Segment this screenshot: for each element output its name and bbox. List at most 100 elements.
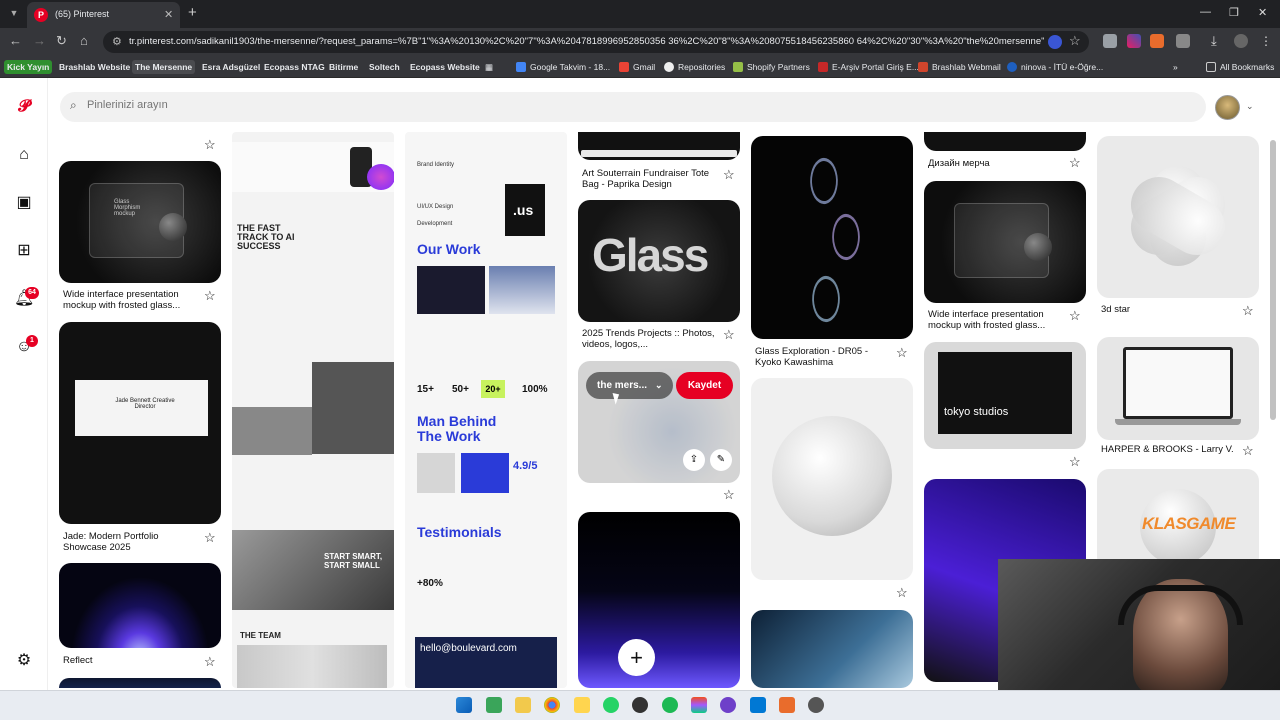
omnibox[interactable]: ⚙ tr.pinterest.com/sadikanil1903/the-mer… bbox=[103, 31, 1089, 53]
pin-frosted-glass-2[interactable] bbox=[924, 181, 1086, 303]
boards-nav-icon[interactable]: ▣ bbox=[14, 193, 34, 213]
bookmark-item[interactable]: Ecopass NTAG bbox=[261, 60, 328, 74]
pin-merch-image[interactable] bbox=[924, 132, 1086, 151]
bookmark-item[interactable]: ninova - İTÜ e-Öğre... bbox=[1004, 60, 1106, 74]
close-window-icon[interactable]: ✕ bbox=[1258, 6, 1267, 19]
avatar[interactable] bbox=[1215, 95, 1240, 120]
bookmark-item[interactable]: Shopify Partners bbox=[730, 60, 813, 74]
pin-3d-star[interactable] bbox=[1097, 136, 1259, 298]
spotify-icon[interactable] bbox=[662, 697, 678, 713]
account-chevron-down-icon[interactable]: ⌄ bbox=[1246, 101, 1254, 112]
download-icon[interactable]: ⤓ bbox=[1211, 34, 1225, 48]
pin-purple-glow[interactable]: + bbox=[578, 512, 740, 688]
pin-caption[interactable]: Jade: Modern Portfolio Showcase 2025 bbox=[63, 531, 198, 553]
chrome-icon[interactable] bbox=[544, 697, 560, 713]
pin-caption[interactable]: 3d star bbox=[1101, 304, 1236, 315]
bookmark-item[interactable]: The Mersenne bbox=[132, 60, 196, 74]
bookmarks-overflow-icon[interactable]: » bbox=[1170, 60, 1181, 74]
bookmark-star-icon[interactable]: ☆ bbox=[1069, 33, 1081, 49]
tab-pinterest[interactable]: P (65) Pinterest ✕ bbox=[27, 2, 180, 28]
app-icon[interactable] bbox=[720, 697, 736, 713]
pin-blue-gradient[interactable] bbox=[751, 610, 913, 688]
pinterest-extension-icon[interactable] bbox=[1048, 35, 1062, 49]
pin-caption[interactable]: Дизайн мерча bbox=[928, 158, 1063, 169]
home-nav-icon[interactable]: ⌂ bbox=[14, 145, 34, 165]
orange-extension-icon[interactable] bbox=[1150, 34, 1164, 48]
notes-icon[interactable] bbox=[574, 697, 590, 713]
save-star-icon[interactable]: ☆ bbox=[1069, 308, 1081, 324]
save-button[interactable]: Kaydet bbox=[676, 372, 733, 399]
bookmark-item[interactable]: Kick Yayın bbox=[4, 60, 53, 74]
figma-icon[interactable] bbox=[691, 697, 707, 713]
widgets-icon[interactable] bbox=[486, 697, 502, 713]
save-star-icon[interactable]: ☆ bbox=[1242, 443, 1254, 459]
extensions-puzzle-icon[interactable] bbox=[1176, 34, 1190, 48]
pin-harper-brooks[interactable] bbox=[1097, 337, 1259, 440]
bookmark-item[interactable]: Gmail bbox=[616, 60, 658, 74]
create-plus-button[interactable]: + bbox=[618, 639, 655, 676]
pin-caption[interactable]: HARPER & BROOKS - Larry V. bbox=[1101, 444, 1236, 455]
pin-caption[interactable]: Wide interface presentation mockup with … bbox=[63, 289, 198, 311]
bookmark-item[interactable]: Brashlab Webmail bbox=[915, 60, 1004, 74]
pin-reflect[interactable] bbox=[59, 563, 221, 648]
pin-caption[interactable]: Glass Exploration - DR05 - Kyoko Kawashi… bbox=[755, 346, 890, 368]
save-star-icon[interactable]: ☆ bbox=[204, 288, 216, 304]
url-text[interactable]: tr.pinterest.com/sadikanil1903/the-merse… bbox=[129, 36, 1044, 47]
pin-partial[interactable] bbox=[59, 678, 221, 688]
pin-caption[interactable]: Wide interface presentation mockup with … bbox=[928, 309, 1063, 331]
save-star-icon[interactable]: ☆ bbox=[723, 327, 735, 343]
tab-close-icon[interactable]: ✕ bbox=[164, 8, 173, 21]
restore-icon[interactable]: ❐ bbox=[1229, 6, 1239, 19]
pinterest-logo-icon[interactable]: 𝓟 bbox=[14, 97, 34, 117]
bookmark-item[interactable]: Repositories bbox=[661, 60, 728, 74]
site-info-icon[interactable]: ⚙ bbox=[112, 35, 122, 48]
page-scrollbar[interactable] bbox=[1270, 140, 1276, 420]
menu-kebab-icon[interactable]: ⋮ bbox=[1260, 34, 1274, 48]
minimize-icon[interactable]: — bbox=[1200, 6, 1211, 18]
vscode-icon[interactable] bbox=[750, 697, 766, 713]
pin-glass-trends[interactable]: Glass bbox=[578, 200, 740, 322]
save-star-icon[interactable]: ☆ bbox=[1069, 155, 1081, 171]
xampp-icon[interactable] bbox=[779, 697, 795, 713]
pin-tokyo-studios[interactable]: tokyo studios bbox=[924, 342, 1086, 449]
create-nav-icon[interactable]: ⊞ bbox=[14, 241, 34, 261]
bookmark-item[interactable]: Brashlab Website bbox=[56, 60, 133, 74]
bookmark-item[interactable]: Soltech bbox=[366, 60, 403, 74]
edit-pencil-icon[interactable]: ✎ bbox=[710, 449, 732, 471]
new-tab-icon[interactable]: + bbox=[188, 4, 197, 21]
bookmark-item[interactable]: E-Arşiv Portal Giriş E... bbox=[815, 60, 922, 74]
obs-icon[interactable] bbox=[808, 697, 824, 713]
pin-tote-bag[interactable] bbox=[578, 132, 740, 160]
save-star-icon[interactable]: ☆ bbox=[204, 137, 216, 153]
file-explorer-icon[interactable] bbox=[515, 697, 531, 713]
back-icon[interactable]: ← bbox=[9, 33, 22, 48]
save-star-icon[interactable]: ☆ bbox=[896, 345, 908, 361]
profile-icon[interactable] bbox=[1234, 34, 1248, 48]
forward-icon[interactable]: → bbox=[33, 33, 46, 48]
pin-hovered[interactable]: the mers... ⌄ Kaydet ⇪ ✎ bbox=[578, 361, 740, 483]
pin-caption[interactable]: Reflect bbox=[63, 655, 198, 666]
search-input[interactable] bbox=[85, 98, 885, 112]
bookmark-item[interactable]: All Bookmarks bbox=[1203, 60, 1277, 74]
save-star-icon[interactable]: ☆ bbox=[1242, 303, 1254, 319]
github-desktop-icon[interactable] bbox=[632, 697, 648, 713]
save-star-icon[interactable]: ☆ bbox=[204, 654, 216, 670]
settings-gear-icon[interactable]: ⚙ bbox=[14, 651, 34, 671]
whatsapp-icon[interactable] bbox=[603, 697, 619, 713]
share-icon[interactable]: ⇪ bbox=[683, 449, 705, 471]
bookmark-item[interactable]: Ecopass Website bbox=[407, 60, 483, 74]
pin-ai-website[interactable]: THE FAST TRACK TO AI SUCCESS START SMART… bbox=[232, 132, 394, 688]
pin-jade-portfolio[interactable]: Jade Bennett Creative Director bbox=[59, 322, 221, 524]
pin-glass-exploration[interactable] bbox=[751, 136, 913, 339]
bookmark-item[interactable]: Google Takvim - 18... bbox=[513, 60, 613, 74]
extension-icon[interactable] bbox=[1103, 34, 1117, 48]
windows-start-icon[interactable] bbox=[456, 697, 472, 713]
board-select-button[interactable]: the mers... ⌄ bbox=[586, 372, 673, 399]
pin-caption[interactable]: Art Souterrain Fundraiser Tote Bag - Pap… bbox=[582, 168, 717, 190]
pin-frosted-glass[interactable]: Glass Morphism mockup bbox=[59, 161, 221, 283]
bookmark-item[interactable]: Esra Adsgüzel bbox=[199, 60, 263, 74]
home-icon[interactable]: ⌂ bbox=[80, 33, 88, 48]
bookmark-item[interactable]: Bitirme bbox=[326, 60, 361, 74]
save-star-icon[interactable]: ☆ bbox=[723, 487, 735, 503]
pin-caption[interactable]: 2025 Trends Projects :: Photos, videos, … bbox=[582, 328, 717, 350]
